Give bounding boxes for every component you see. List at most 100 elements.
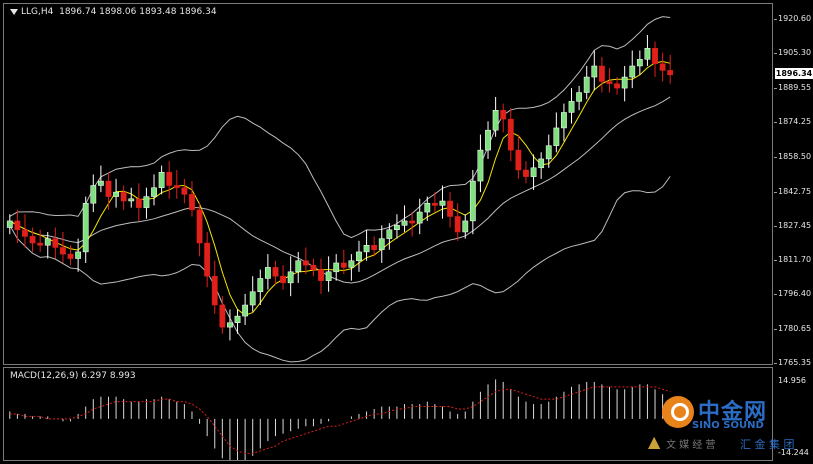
candle-body [561,112,567,129]
price-axis-tick-label: 1858.50 [778,151,812,161]
candle [295,251,302,283]
candle-body [598,65,605,82]
candle-body [113,191,119,197]
price-axis-tick-label: 1780.65 [778,324,812,334]
candle-body [105,180,112,197]
candle [82,196,89,263]
price-axis-tick-mark [774,53,777,55]
candle [90,174,97,213]
candle-body [181,187,188,195]
chart-ohlc: 1896.74 1898.06 1893.48 1896.34 [59,7,217,17]
candle [530,154,537,190]
candle-body [576,92,583,102]
price-axis-tick-mark [774,260,777,262]
candle [644,34,651,66]
candle-body [530,167,537,177]
candle [500,103,507,133]
candle [204,231,211,288]
candle-body [462,220,469,233]
candle [356,240,362,272]
candle [264,254,271,290]
price-chart-pane[interactable]: LLG,H4 1896.74 1898.06 1893.48 1896.34 [3,3,773,365]
candle-body [196,209,203,244]
candle-body [234,315,241,323]
candle-body [158,171,165,188]
candle-body [363,245,370,253]
candle [181,178,188,204]
candle-body [287,271,294,284]
candle-body [302,260,309,266]
candle-body [37,242,44,246]
candle-body [507,118,514,151]
watermark-subtitle: SINO SOUND [692,420,764,431]
trading-terminal: LLG,H4 1896.74 1898.06 1893.48 1896.34 M… [0,0,813,464]
candle [454,203,461,241]
candle [22,214,28,248]
macd-header: MACD(12,26,9) 6.297 8.993 [10,371,136,381]
price-axis-tick-label: 1874.25 [778,116,812,126]
candle-body [394,225,400,231]
price-axis-tick-mark [774,225,777,227]
candle-body [538,158,545,169]
candle [439,185,446,219]
watermark-tag: 汇 金 集 团 [740,438,795,451]
candle-body [431,202,438,206]
price-axis-tick-label: 1827.45 [778,220,812,230]
candle [135,183,142,221]
candle [310,258,317,277]
price-axis-tick-mark [774,294,777,296]
candle-body [371,245,378,250]
candle-body [60,247,66,255]
candle-body [340,262,347,268]
candle-body [614,83,620,89]
price-axis-tick-label: 1905.30 [778,48,812,58]
candle [249,276,256,312]
candle [659,52,666,82]
candle-body [242,304,249,317]
candle [189,181,195,217]
price-axis-tick-mark [774,156,777,158]
price-axis-tick-label: 1811.70 [778,255,812,265]
candle-body [135,198,142,208]
price-axis-tick-mark [774,121,777,123]
candle-body [318,269,324,281]
candle-body [644,48,651,60]
candle-body [143,196,150,208]
candle [287,256,294,297]
candle [166,161,173,199]
candle [394,214,400,239]
candle-body [257,278,264,292]
candle-body [652,48,658,65]
candle-body [401,220,408,226]
candle [538,152,545,179]
price-axis-tick-mark [774,191,777,193]
dropdown-triangle-icon[interactable] [10,8,18,15]
candle [302,247,309,275]
candle-body [82,202,89,253]
candle-body [166,171,173,186]
candle [636,50,643,75]
candle-body [227,322,233,328]
candle-body [204,242,211,277]
price-axis-tick-label: 1889.55 [778,83,812,93]
candle-body [424,202,431,213]
candle [447,192,453,228]
candle-body [295,260,302,273]
candle [591,50,598,91]
candle [280,265,286,290]
candle-body [553,127,560,146]
logo-icon [662,396,694,428]
candle-body [67,253,74,259]
candle [158,165,165,195]
candle-body [485,129,491,151]
candle [196,203,203,257]
candle [545,134,552,168]
candle-body [348,260,355,268]
candle-body [667,70,674,76]
candle-body [500,109,507,120]
candle [6,214,13,235]
candle [386,223,393,250]
candle-body [583,76,590,93]
candle [424,196,431,221]
price-axis-tick-mark [774,88,777,90]
